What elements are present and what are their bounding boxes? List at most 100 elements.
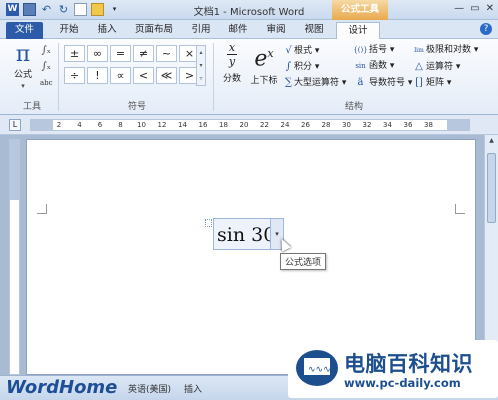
monitor-logo-icon: ∿∿∿ — [296, 350, 338, 386]
ruler-tick-label: 16 — [198, 121, 208, 129]
symbol-less-than[interactable]: < — [133, 67, 154, 84]
function-button[interactable]: sin 函数 ▾ — [352, 60, 412, 73]
symbol-plus-minus[interactable]: ± — [64, 45, 85, 62]
ruler-tick-label: 28 — [321, 121, 331, 129]
linear-format-icon[interactable]: ∫ₓ — [42, 61, 51, 73]
close-icon[interactable]: ✕ — [486, 3, 494, 14]
integral-icon: ∫ — [285, 61, 292, 72]
bracket-icon: {()} — [353, 46, 368, 54]
tab-references[interactable]: 引用 — [186, 22, 216, 39]
insert-equation-label: 公式 — [13, 70, 32, 80]
watermark-title: 电脑百科知识 — [344, 352, 473, 376]
equation-move-handle[interactable] — [205, 219, 212, 227]
symbol-not-equal[interactable]: ≠ — [133, 45, 154, 62]
symbol-tilde[interactable]: ~ — [156, 45, 177, 62]
large-operator-icon: ∑ — [284, 77, 293, 88]
function-label: 函数 ▾ — [369, 61, 395, 71]
ruler-tick-label: 14 — [178, 121, 187, 129]
scroll-up-icon[interactable]: ▲ — [487, 137, 496, 144]
matrix-label: 矩阵 ▾ — [426, 78, 452, 88]
ruler-tick-label: 24 — [280, 121, 290, 129]
pi-icon: π — [15, 42, 31, 67]
radical-button[interactable]: √ 根式 ▾ — [283, 44, 346, 57]
professional-format-icon[interactable]: ∫ₓ — [42, 45, 51, 57]
language-status[interactable]: 英语(美国) — [124, 381, 175, 396]
scrollbar-thumb[interactable] — [487, 153, 496, 223]
tab-review[interactable]: 审阅 — [260, 22, 292, 39]
group-label-tools: 工具 — [22, 102, 41, 112]
ruler-tick-label: 6 — [97, 121, 103, 129]
tab-view[interactable]: 视图 — [298, 22, 330, 39]
limit-log-button[interactable]: lim 极限和对数 ▾ — [412, 44, 478, 57]
ruler-tick-label: 22 — [260, 121, 269, 129]
vertical-ruler[interactable] — [9, 139, 20, 375]
ruler-right-margin — [447, 120, 469, 130]
group-divider — [58, 43, 59, 111]
watermark-url: www.pc-daily.com — [344, 376, 461, 390]
script-label: 上下标 — [250, 76, 278, 87]
ruler-tick-label: 18 — [219, 121, 228, 129]
matrix-button[interactable]: [] 矩阵 ▾ — [412, 76, 478, 89]
radical-label: 根式 ▾ — [294, 46, 320, 56]
help-icon[interactable]: ? — [480, 23, 492, 35]
ruler-tick-label: 34 — [383, 121, 392, 129]
structures-list-2: {()}括号 ▾ sin 函数 ▾ ä 导数符号 ▾ — [352, 44, 412, 89]
ruler-tick-label: 4 — [77, 121, 82, 129]
ruler-left-margin — [31, 120, 53, 130]
crop-mark-top-right — [455, 204, 465, 214]
symbol-factorial[interactable]: ! — [87, 67, 108, 84]
script-button[interactable]: ex 上下标 — [248, 41, 280, 86]
tab-home[interactable]: 开始 — [52, 22, 86, 39]
operator-button[interactable]: △ 运算符 ▾ — [412, 60, 478, 73]
group-label-symbols: 符号 — [127, 102, 146, 112]
symbol-proportional[interactable]: ∝ — [110, 67, 131, 84]
tab-mailings[interactable]: 邮件 — [222, 22, 254, 39]
function-icon: sin — [355, 62, 366, 70]
fraction-icon-denominator: y — [228, 55, 236, 68]
insert-mode-status[interactable]: 插入 — [180, 381, 206, 396]
normal-text-icon[interactable]: abc — [40, 77, 53, 89]
ruler-tick-label: 8 — [118, 121, 123, 129]
window-title: 文档1 - Microsoft Word — [193, 7, 305, 18]
symbol-infinity[interactable]: ∞ — [87, 45, 108, 62]
ruler-tick-label: 32 — [362, 121, 372, 129]
horizontal-ruler[interactable]: 2 4 6 8 10 12 14 16 18 20 22 24 26 28 30 32 34 36 38 — [30, 119, 470, 131]
accent-icon: ä — [357, 77, 364, 88]
symbols-gallery: ± ∞ = ≠ ~ × ÷ ! ∝ < ≪ > — [64, 45, 200, 84]
ruler-tick-label: 38 — [424, 121, 433, 129]
symbol-much-less-than[interactable]: ≪ — [156, 67, 177, 84]
wordhome-logo: WordHome — [6, 377, 118, 398]
group-label-structures: 结构 — [344, 102, 363, 112]
maximize-icon[interactable]: ▭ — [470, 3, 479, 14]
symbols-gallery-scroll[interactable]: ▴ ▾ ▿ — [196, 45, 206, 86]
tab-selector-icon[interactable]: L — [9, 119, 21, 131]
tab-page-layout[interactable]: 页面布局 — [128, 22, 180, 39]
operator-label: 运算符 ▾ — [426, 62, 461, 72]
equation-tools-context-tab: 公式工具 — [332, 0, 388, 20]
symbol-divide[interactable]: ÷ — [64, 67, 85, 84]
fraction-icon: x — [228, 41, 236, 54]
equation-options-tooltip: 公式选项 — [280, 253, 327, 270]
fraction-button[interactable]: x y 分数 — [219, 42, 245, 84]
insert-equation-button[interactable]: π 公式 ▾ — [8, 43, 38, 91]
ruler-tick-label: 26 — [301, 121, 310, 129]
minimize-icon[interactable]: — — [454, 3, 464, 14]
watermark: ∿∿∿ 电脑百科知识 www.pc-daily.com — [288, 340, 498, 398]
symbol-equals[interactable]: = — [110, 45, 131, 62]
limit-icon: lim — [414, 47, 424, 54]
equation-text[interactable]: sin 30 — [217, 224, 275, 246]
structures-list-3: lim 极限和对数 ▾ △ 运算符 ▾ [] 矩阵 ▾ — [412, 44, 478, 89]
vertical-scrollbar[interactable]: ▲ — [484, 135, 498, 375]
equation-container[interactable]: sin 30 ▾ — [213, 218, 284, 250]
tab-file[interactable]: 文件 — [6, 22, 43, 39]
accent-button[interactable]: ä 导数符号 ▾ — [352, 76, 413, 89]
integral-button[interactable]: ∫ 积分 ▾ — [283, 60, 346, 73]
large-operator-button[interactable]: ∑ 大型运算符 ▾ — [283, 76, 346, 89]
bracket-button[interactable]: {()}括号 ▾ — [352, 44, 412, 57]
tab-insert[interactable]: 插入 — [90, 22, 124, 39]
integral-label: 积分 ▾ — [294, 62, 320, 72]
radical-icon: √ — [285, 45, 292, 56]
bracket-label: 括号 ▾ — [369, 45, 395, 55]
large-operator-label: 大型运算符 ▾ — [294, 78, 347, 88]
tab-design[interactable]: 设计 — [336, 22, 380, 39]
